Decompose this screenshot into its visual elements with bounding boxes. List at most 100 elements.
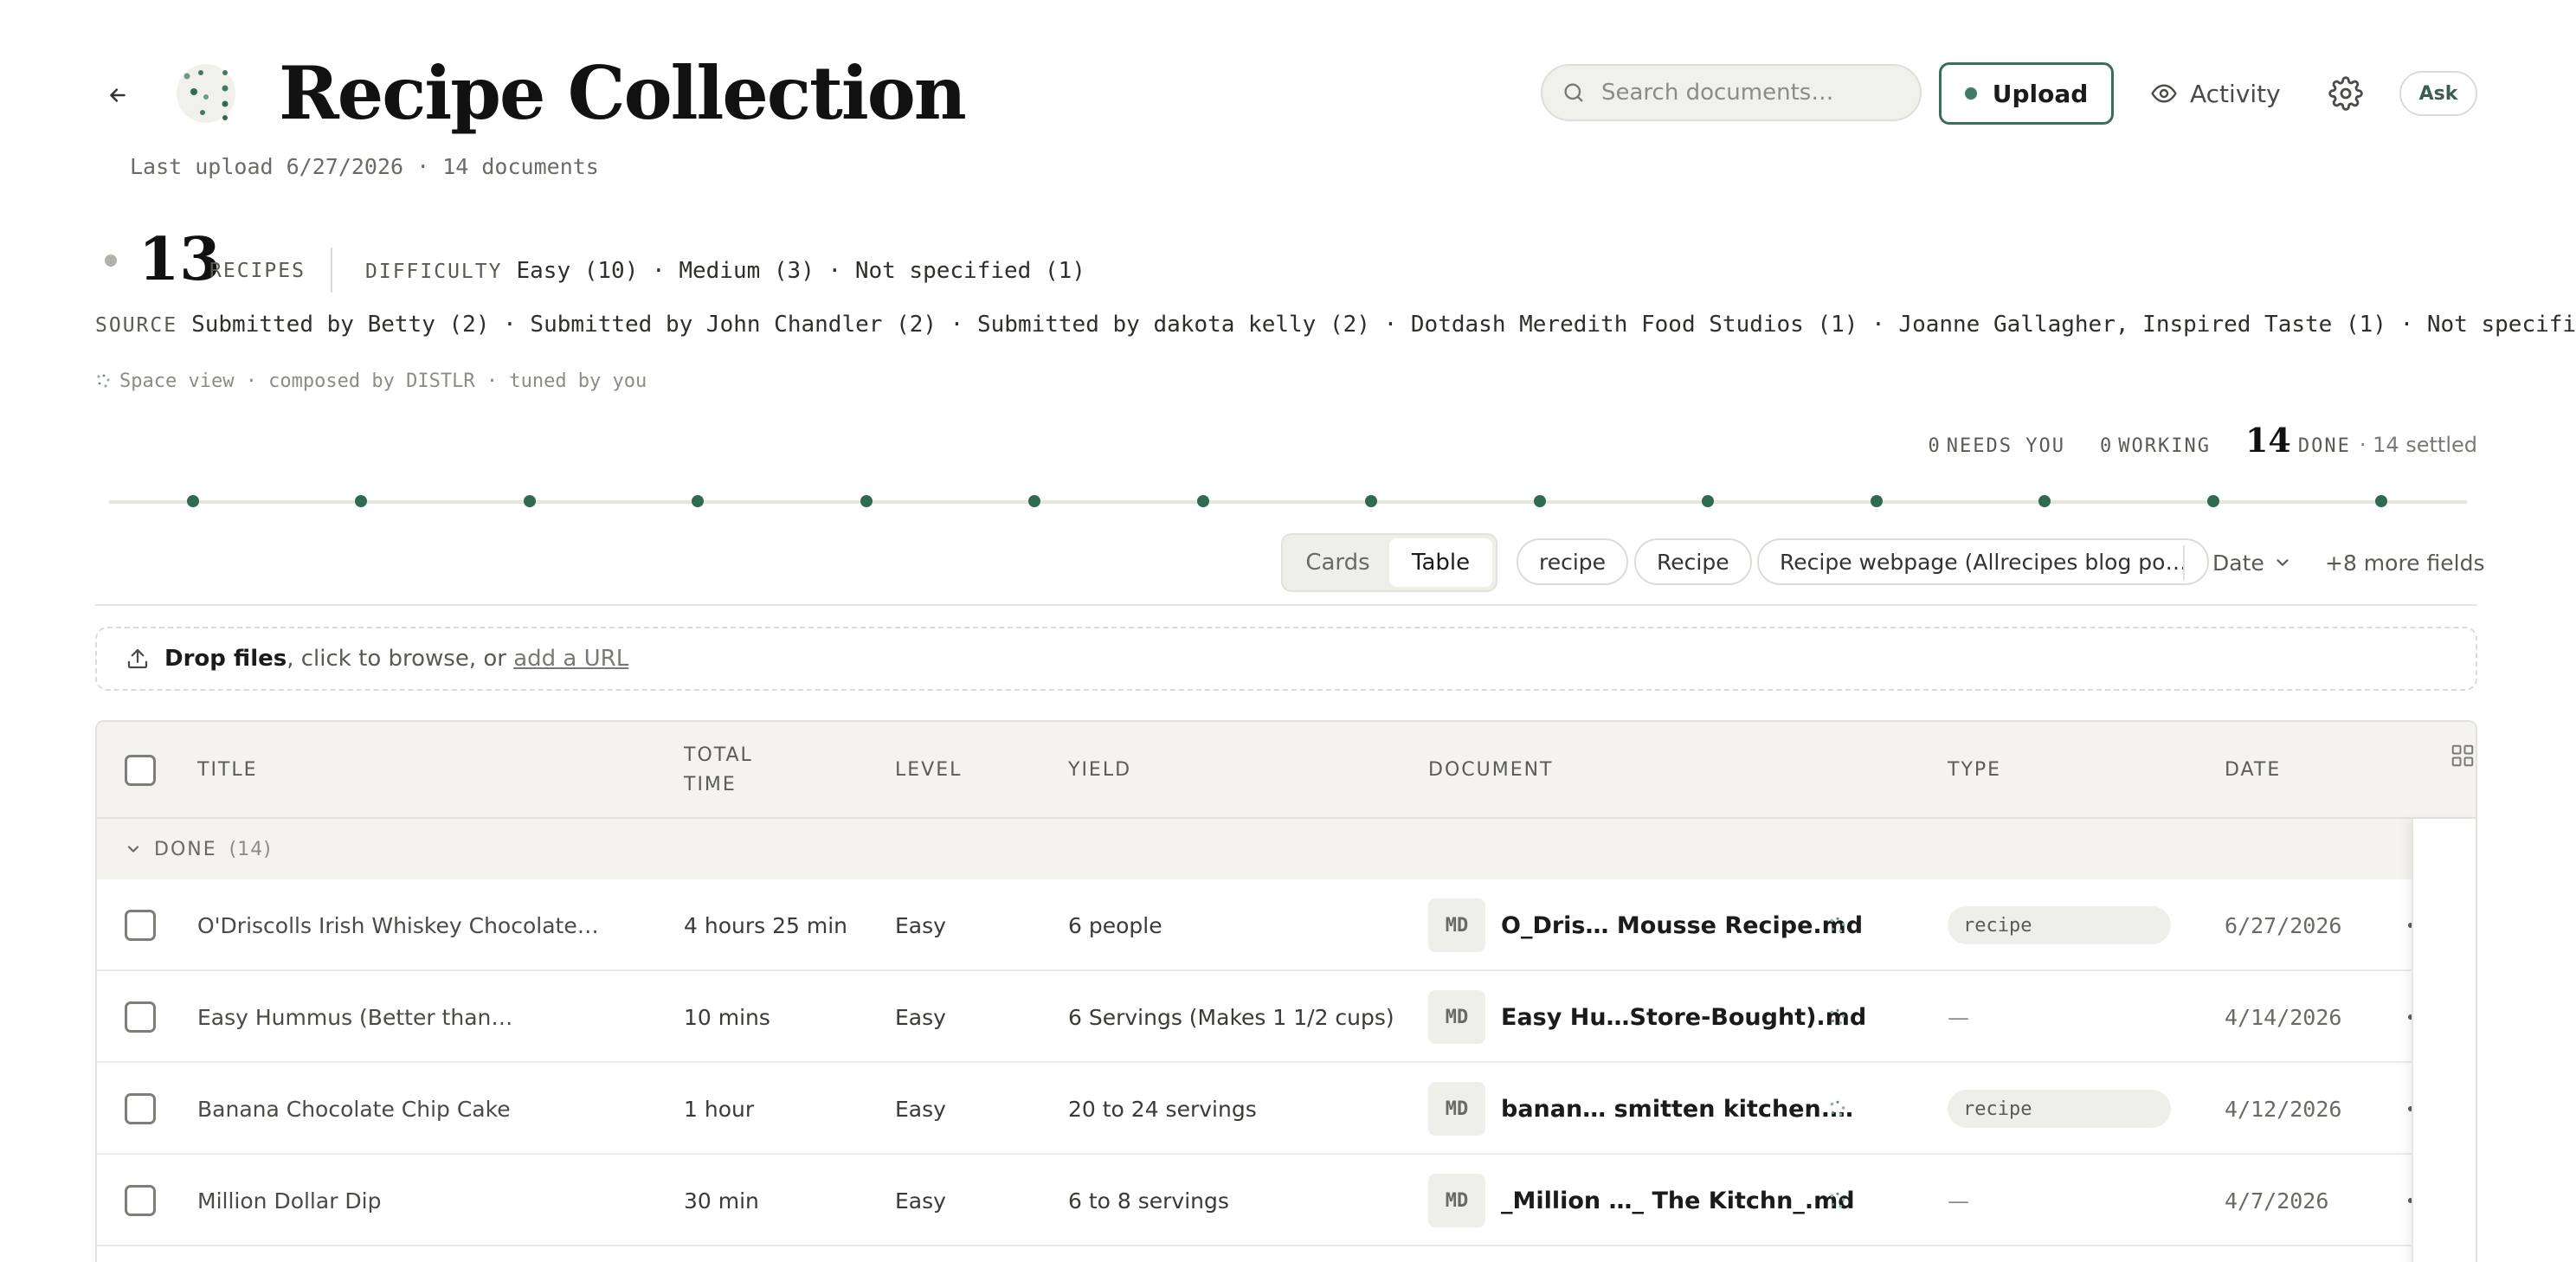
row-document-name[interactable]: O_Dris… Mousse Recipe.md bbox=[1501, 912, 1863, 939]
row-document-name[interactable]: banan… smitten kitchen.… bbox=[1501, 1096, 1853, 1123]
row-document[interactable]: MD banan… smitten kitchen.… bbox=[1428, 1063, 1853, 1155]
difficulty-values: Easy (10) · Medium (3) · Not specified (… bbox=[516, 258, 1085, 284]
row-total-time: 4 hours 25 min bbox=[684, 912, 847, 938]
grid-icon[interactable] bbox=[2450, 743, 2476, 769]
row-type-empty: — bbox=[1948, 1188, 1969, 1214]
row-level: Easy bbox=[895, 1096, 946, 1122]
row-document[interactable]: MD Easy Hu…Store-Bought).md bbox=[1428, 971, 1866, 1063]
table-row[interactable]: Banana Chocolate Chip Cake 1 hour Easy 20 t… bbox=[97, 1063, 2413, 1155]
row-checkbox[interactable] bbox=[125, 1185, 156, 1216]
row-title[interactable]: O'Driscolls Irish Whiskey Chocolate… bbox=[197, 879, 599, 971]
upload-button[interactable]: Upload bbox=[1939, 62, 2114, 125]
row-type: — bbox=[1948, 1155, 1969, 1246]
row-document-name[interactable]: Easy Hu…Store-Bought).md bbox=[1501, 1004, 1866, 1031]
timeline-dot[interactable] bbox=[692, 495, 705, 507]
timeline-dot[interactable] bbox=[860, 495, 873, 507]
row-yield: 6 Servings (Makes 1 1/2 cups) bbox=[1068, 1004, 1394, 1030]
markdown-file-icon: MD bbox=[1428, 898, 1485, 952]
view-cards-option[interactable]: Cards bbox=[1286, 538, 1389, 587]
group-label: DONE bbox=[154, 838, 217, 860]
sparkle-icon bbox=[1830, 917, 1845, 933]
date-sort-label: Date bbox=[2212, 550, 2264, 576]
timeline-dot[interactable] bbox=[2375, 495, 2387, 507]
view-table-option[interactable]: Table bbox=[1389, 538, 1492, 587]
column-total-time-line1: TOTAL bbox=[684, 744, 753, 766]
timeline-dot[interactable] bbox=[2038, 495, 2051, 507]
row-level: Easy bbox=[895, 912, 946, 938]
timeline-dot[interactable] bbox=[1702, 495, 1715, 507]
dropzone-text: Drop files, click to browse, or add a UR… bbox=[164, 646, 628, 672]
settled-count: · 14 settled bbox=[2359, 433, 2477, 457]
row-title[interactable]: Million Dollar Dip bbox=[197, 1155, 382, 1246]
upload-button-label: Upload bbox=[1992, 79, 2089, 108]
search-box[interactable] bbox=[1541, 64, 1922, 121]
select-all-checkbox[interactable] bbox=[125, 755, 156, 786]
more-fields-button[interactable]: +8 more fields bbox=[2325, 545, 2484, 580]
row-level: Easy bbox=[895, 1188, 946, 1214]
search-input[interactable] bbox=[1601, 80, 1913, 106]
timeline-dot[interactable] bbox=[355, 495, 368, 507]
row-type: — bbox=[1948, 971, 1969, 1063]
row-title[interactable]: Easy Hummus (Better than… bbox=[197, 971, 512, 1063]
filter-chip-category[interactable]: Recipe bbox=[1634, 538, 1752, 585]
done-label: DONE bbox=[2297, 435, 2351, 457]
column-level[interactable]: LEVEL bbox=[895, 722, 962, 819]
done-count: 14 bbox=[2244, 421, 2291, 460]
sparkle-icon bbox=[1830, 1100, 1845, 1117]
timeline-dot[interactable] bbox=[1196, 495, 1209, 507]
timeline-dot[interactable] bbox=[2206, 495, 2219, 507]
add-url-link[interactable]: add a URL bbox=[513, 646, 628, 672]
recipes-label: RECIPES bbox=[209, 260, 306, 282]
table-row[interactable]: O'Driscolls Irish Whiskey Chocolate… 4 ho… bbox=[97, 879, 2413, 971]
working-label: WORKING bbox=[2118, 435, 2211, 457]
source-values: Submitted by Betty (2) · Submitted by Jo… bbox=[191, 312, 2576, 338]
timeline-dot[interactable] bbox=[187, 495, 199, 507]
column-document[interactable]: DOCUMENT bbox=[1428, 722, 1554, 819]
row-document[interactable]: MD _Million …_ The Kitchn_.md bbox=[1428, 1155, 1855, 1246]
eye-icon bbox=[2151, 84, 2177, 103]
column-date[interactable]: DATE bbox=[2225, 722, 2281, 819]
table-scroll-edge bbox=[2412, 819, 2476, 1262]
markdown-file-icon: MD bbox=[1428, 1082, 1485, 1136]
gear-icon[interactable] bbox=[2328, 76, 2363, 111]
table-row[interactable]: Easy Hummus (Better than… 10 mins Easy 6 Se… bbox=[97, 971, 2413, 1063]
row-title[interactable]: Banana Chocolate Chip Cake bbox=[197, 1063, 511, 1155]
recipes-count: 13 bbox=[138, 225, 221, 294]
row-total-time: 10 mins bbox=[684, 1004, 770, 1030]
timeline-dot[interactable] bbox=[1028, 495, 1041, 507]
back-button[interactable] bbox=[102, 80, 133, 111]
space-view-note: Space view · composed by DISTLR · tuned … bbox=[95, 370, 647, 392]
timeline-dot[interactable] bbox=[1533, 495, 1546, 507]
row-checkbox[interactable] bbox=[125, 1093, 156, 1124]
row-yield: 6 to 8 servings bbox=[1068, 1188, 1229, 1214]
filter-chip-source[interactable]: Recipe webpage (Allrecipes blog po… bbox=[1757, 538, 2210, 585]
timeline-dot[interactable] bbox=[523, 495, 536, 507]
table-row[interactable]: Million Dollar Dip 30 min Easy 6 to 8 servi… bbox=[97, 1155, 2413, 1246]
toolbar-divider bbox=[2183, 545, 2185, 580]
upload-icon bbox=[127, 648, 148, 669]
file-dropzone[interactable]: Drop files, click to browse, or add a UR… bbox=[95, 627, 2477, 691]
sparkle-icon bbox=[1830, 1192, 1845, 1208]
date-sort-button[interactable]: Date bbox=[2212, 545, 2292, 580]
row-yield: 6 people bbox=[1068, 912, 1162, 938]
column-title[interactable]: TITLE bbox=[197, 722, 258, 819]
column-yield[interactable]: YIELD bbox=[1068, 722, 1131, 819]
group-header-done[interactable]: DONE (14) bbox=[97, 819, 2412, 879]
source-key: SOURCE bbox=[95, 314, 178, 337]
row-document-name[interactable]: _Million …_ The Kitchn_.md bbox=[1501, 1188, 1855, 1214]
view-toggle: Cards Table bbox=[1281, 533, 1497, 592]
row-checkbox[interactable] bbox=[125, 910, 156, 941]
row-type-chip: recipe bbox=[1948, 1090, 2171, 1128]
ask-button[interactable]: Ask bbox=[2399, 71, 2477, 116]
column-type[interactable]: TYPE bbox=[1948, 722, 2001, 819]
row-date: 4/12/2026 bbox=[2225, 1096, 2342, 1122]
activity-button-label: Activity bbox=[2190, 79, 2281, 108]
activity-button[interactable]: Activity bbox=[2150, 73, 2281, 114]
timeline-dot[interactable] bbox=[1870, 495, 1883, 507]
row-checkbox[interactable] bbox=[125, 1001, 156, 1033]
row-document[interactable]: MD O_Dris… Mousse Recipe.md bbox=[1428, 879, 1863, 971]
filter-chip-type[interactable]: recipe bbox=[1517, 538, 1629, 585]
column-total-time[interactable]: TOTAL TIME bbox=[684, 722, 753, 819]
status-summary: 0 NEEDS YOU 0 WORKING 14 DONE · 14 settl… bbox=[1929, 421, 2478, 460]
timeline-dot[interactable] bbox=[1365, 495, 1378, 507]
